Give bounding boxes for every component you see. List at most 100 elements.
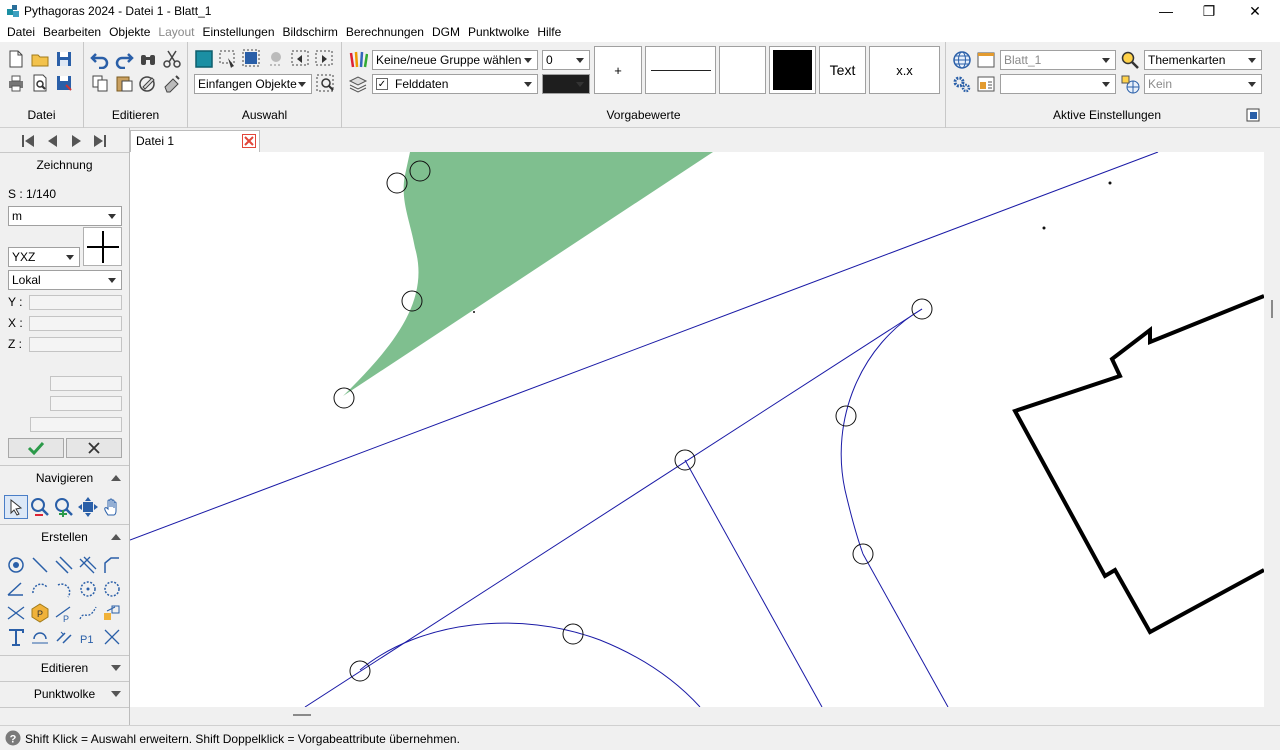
- editieren-section-header[interactable]: Editieren: [0, 655, 129, 680]
- layers-icon[interactable]: [348, 73, 368, 93]
- sheet-select-2[interactable]: [1000, 74, 1116, 94]
- print-preview-icon[interactable]: [30, 73, 50, 93]
- line-tool-icon[interactable]: [30, 555, 50, 575]
- layer-visible-checkbox[interactable]: ✓: [376, 78, 388, 90]
- zoom-in-icon[interactable]: [54, 497, 74, 517]
- color-select[interactable]: [542, 74, 590, 94]
- select-highlight-icon[interactable]: [266, 49, 286, 69]
- theme-globe-icon[interactable]: [1120, 74, 1140, 94]
- select-window-icon[interactable]: [218, 49, 238, 69]
- menu-punktwolke[interactable]: Punktwolke: [464, 25, 533, 39]
- vertical-scroll-thumb[interactable]: [1271, 300, 1273, 318]
- fill-white-button[interactable]: [719, 46, 766, 94]
- layout-icon[interactable]: [976, 74, 996, 94]
- previous-record-icon[interactable]: [48, 135, 57, 147]
- angle-tool-icon[interactable]: [6, 579, 26, 599]
- horizontal-scrollbar[interactable]: [130, 707, 1280, 725]
- last-record-icon[interactable]: [94, 135, 106, 147]
- settings-gears-icon[interactable]: [952, 74, 972, 94]
- scissors-icon[interactable]: [162, 49, 182, 69]
- cancel-button[interactable]: [66, 438, 122, 458]
- arc-dimension-icon[interactable]: [30, 627, 50, 647]
- menu-bildschirm[interactable]: Bildschirm: [279, 25, 342, 39]
- text-style-button[interactable]: Text: [819, 46, 866, 94]
- close-tab-icon[interactable]: [242, 134, 256, 148]
- fill-color-button[interactable]: [769, 46, 816, 94]
- x-coord-field[interactable]: [29, 316, 122, 331]
- pointer-icon[interactable]: [6, 497, 26, 517]
- point-on-line-icon[interactable]: P: [54, 603, 74, 623]
- y-coord-field[interactable]: [29, 295, 122, 310]
- menu-hilfe[interactable]: Hilfe: [533, 25, 565, 39]
- redo-icon[interactable]: [114, 49, 134, 69]
- select-object-icon[interactable]: [194, 49, 214, 69]
- minimize-button[interactable]: —: [1143, 0, 1189, 22]
- select-previous-icon[interactable]: [290, 49, 310, 69]
- spline-tool-icon[interactable]: [78, 603, 98, 623]
- copy-icon[interactable]: [90, 73, 110, 93]
- first-record-icon[interactable]: [22, 135, 34, 147]
- next-record-icon[interactable]: [72, 135, 81, 147]
- punktwolke-section-header[interactable]: Punktwolke: [0, 681, 129, 706]
- polyline-tool-icon[interactable]: [102, 555, 122, 575]
- hand-icon[interactable]: [102, 497, 122, 517]
- navigieren-section-header[interactable]: Navigieren: [0, 465, 129, 490]
- theme-select[interactable]: Themenkarten: [1144, 50, 1262, 70]
- text-tool-icon[interactable]: [6, 627, 26, 647]
- unit-select[interactable]: m: [8, 206, 122, 226]
- sheet-icon[interactable]: [976, 50, 996, 70]
- globe-icon[interactable]: [952, 50, 972, 70]
- paste-icon[interactable]: [114, 73, 134, 93]
- close-button[interactable]: ✕: [1232, 0, 1278, 22]
- polygon-point-icon[interactable]: P: [30, 603, 50, 623]
- open-folder-icon[interactable]: [30, 49, 50, 69]
- capture-mode-select[interactable]: Einfangen Objekte: [194, 74, 312, 94]
- select-area-icon[interactable]: [242, 49, 262, 69]
- point-tool-icon[interactable]: [6, 555, 26, 575]
- multi-line-icon[interactable]: [78, 555, 98, 575]
- eraser-icon[interactable]: [162, 73, 182, 93]
- cross-tool-icon[interactable]: [102, 627, 122, 647]
- sheet-select[interactable]: Blatt_1: [1000, 50, 1116, 70]
- menu-einstellungen[interactable]: Einstellungen: [198, 25, 278, 39]
- dimension-tool-icon[interactable]: [54, 627, 74, 647]
- help-icon[interactable]: ?: [5, 730, 21, 746]
- layer-select[interactable]: ✓ Felddaten: [372, 74, 538, 94]
- select-next-icon[interactable]: [314, 49, 334, 69]
- edit-attributes-icon[interactable]: [138, 73, 158, 93]
- arc-tool-icon[interactable]: [30, 579, 50, 599]
- axis-order-select[interactable]: YXZ: [8, 247, 80, 267]
- menu-datei[interactable]: Datei: [3, 25, 39, 39]
- document-tab[interactable]: Datei 1: [130, 130, 260, 152]
- circle-tool-icon[interactable]: [102, 579, 122, 599]
- new-file-icon[interactable]: [6, 49, 26, 69]
- number-format-button[interactable]: x.x: [869, 46, 940, 94]
- zoom-out-icon[interactable]: [30, 497, 50, 517]
- pencils-icon[interactable]: [348, 49, 368, 69]
- circle-center-icon[interactable]: [78, 579, 98, 599]
- pan-icon[interactable]: [78, 497, 98, 517]
- block-tool-icon[interactable]: [102, 603, 122, 623]
- menu-bearbeiten[interactable]: Bearbeiten: [39, 25, 105, 39]
- drawing-canvas[interactable]: [130, 152, 1264, 707]
- point-symbol-button[interactable]: +: [594, 46, 642, 94]
- confirm-button[interactable]: [8, 438, 64, 458]
- parallel-line-icon[interactable]: [54, 555, 74, 575]
- binoculars-icon[interactable]: [138, 49, 158, 69]
- z-coord-field[interactable]: [29, 337, 122, 352]
- theme-select-2[interactable]: Kein: [1144, 74, 1262, 94]
- menu-berechnungen[interactable]: Berechnungen: [342, 25, 428, 39]
- menu-dgm[interactable]: DGM: [428, 25, 464, 39]
- undo-icon[interactable]: [90, 49, 110, 69]
- zoom-select-icon[interactable]: [316, 74, 336, 94]
- print-icon[interactable]: [6, 73, 26, 93]
- horizontal-scroll-thumb[interactable]: [293, 714, 311, 716]
- line-style-button[interactable]: [645, 46, 716, 94]
- extra-field-1[interactable]: [50, 376, 122, 391]
- arc3-tool-icon[interactable]: [54, 579, 74, 599]
- menu-objekte[interactable]: Objekte: [105, 25, 154, 39]
- line-width-select[interactable]: 0: [542, 50, 590, 70]
- group-select[interactable]: Keine/neue Gruppe wählen: [372, 50, 538, 70]
- save-as-icon[interactable]: [54, 73, 74, 93]
- ribbon-options-icon[interactable]: [1246, 108, 1260, 122]
